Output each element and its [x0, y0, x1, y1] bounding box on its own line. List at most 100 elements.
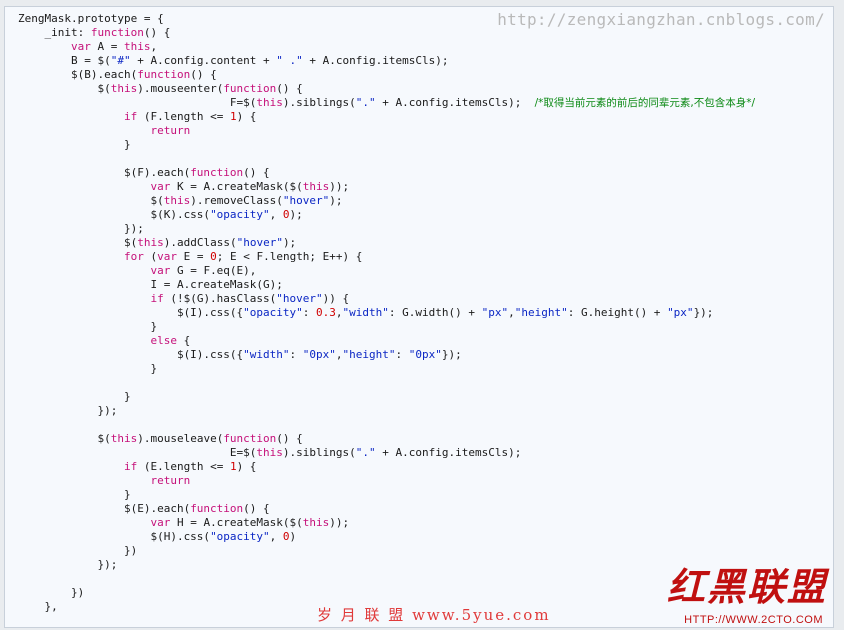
code-line: else {: [18, 334, 755, 348]
code-text: });: [18, 404, 118, 417]
code-text: :: [302, 306, 317, 319]
code-text: :: [395, 348, 409, 361]
code-number: 1: [229, 110, 237, 123]
code-line: var A = this,: [18, 40, 755, 54]
code-text: ) {: [236, 110, 257, 123]
code-line: for (var E = 0; E < F.length; E++) {: [18, 250, 755, 264]
site-logo: 红黑联盟: [666, 564, 827, 609]
code-text: }: [18, 138, 131, 151]
code-keyword: if: [150, 292, 164, 305]
code-text: }: [18, 390, 131, 403]
code-text: F=$(: [18, 96, 257, 109]
site-logo-url: HTTP://WWW.2CTO.COM: [684, 614, 823, 626]
code-text: });: [18, 558, 118, 571]
code-text: $(: [18, 82, 111, 95]
code-text: : G.width() +: [388, 306, 482, 319]
code-text: A =: [90, 40, 124, 53]
code-line: $(I).css({"width": "0px","height": "0px"…: [18, 348, 755, 362]
code-string: "#": [110, 54, 131, 67]
code-text: () {: [276, 432, 303, 445]
code-line: $(this).mouseenter(function() {: [18, 82, 755, 96]
code-keyword: function: [223, 82, 277, 95]
code-keyword: var: [70, 40, 91, 53]
code-text: : G.height() +: [567, 306, 668, 319]
code-keyword: var: [150, 180, 171, 193]
code-text: {: [176, 334, 191, 347]
code-text: ));: [329, 180, 350, 193]
code-string: "height": [514, 306, 568, 319]
code-line: return: [18, 474, 755, 488]
code-number: 0.3: [316, 306, 336, 319]
code-text: (: [143, 250, 158, 263]
code-text: $(: [18, 194, 164, 207]
code-block: ZengMask.prototype = { _init: function()…: [18, 12, 755, 614]
code-line: F=$(this).siblings("." + A.config.itemsC…: [18, 96, 755, 110]
code-string: "hover": [282, 194, 330, 207]
code-text: $(: [18, 432, 111, 445]
code-text: });: [693, 306, 714, 319]
code-keyword: function: [223, 432, 277, 445]
code-keyword: this: [137, 236, 164, 249]
code-text: ).mouseenter(: [137, 82, 224, 95]
code-line: $(E).each(function() {: [18, 502, 755, 516]
code-text: $(F).each(: [18, 166, 191, 179]
code-line: }: [18, 362, 755, 376]
code-keyword: for: [123, 250, 144, 263]
code-text: },: [18, 600, 58, 613]
code-string: ".": [355, 96, 376, 109]
code-text: B = $(: [18, 54, 111, 67]
code-text: }: [18, 488, 131, 501]
code-text: );: [282, 236, 297, 249]
code-string: "opacity": [243, 306, 303, 319]
code-line: var K = A.createMask($(this));: [18, 180, 755, 194]
code-keyword: var: [157, 250, 177, 263]
code-line: }: [18, 138, 755, 152]
code-number: 0: [282, 208, 290, 221]
code-string: "0px": [302, 348, 336, 361]
code-text: $(K).css(: [18, 208, 211, 221]
code-keyword: else: [150, 334, 177, 347]
code-text: )) {: [322, 292, 350, 305]
code-text: E=$(: [18, 446, 257, 459]
code-text: }): [18, 544, 138, 557]
code-keyword: this: [302, 516, 330, 529]
code-keyword: function: [190, 502, 244, 515]
code-line: }): [18, 544, 755, 558]
code-line: $(I).css({"opacity": 0.3,"width": G.widt…: [18, 306, 755, 320]
code-text: ).mouseleave(: [137, 432, 224, 445]
code-number: 0: [210, 250, 217, 263]
code-keyword: function: [190, 166, 244, 179]
code-text: $(I).css({: [18, 348, 244, 361]
code-string: "width": [342, 306, 389, 319]
code-line: E=$(this).siblings("." + A.config.itemsC…: [18, 446, 755, 460]
code-text: ZengMask.prototype = {: [18, 12, 164, 25]
code-keyword: return: [150, 474, 191, 487]
code-keyword: function: [90, 26, 144, 39]
watermark-bottom-text: 岁 月 联 盟 www.5yue.com: [317, 606, 551, 624]
code-viewer: ZengMask.prototype = { _init: function()…: [4, 6, 834, 628]
code-line: });: [18, 222, 755, 236]
code-keyword: function: [137, 68, 191, 81]
code-line: }: [18, 488, 755, 502]
code-text: }: [18, 362, 158, 375]
code-text: $(E).each(: [18, 502, 191, 515]
code-text: () {: [190, 68, 217, 81]
code-text: });: [18, 222, 144, 235]
code-text: E =: [176, 250, 211, 263]
code-keyword: this: [123, 40, 151, 53]
code-line: if (E.length <= 1) {: [18, 460, 755, 474]
code-string: "0px": [408, 348, 442, 361]
code-text: () {: [276, 82, 303, 95]
code-text: G = F.eq(E),: [170, 264, 257, 277]
code-text: ));: [329, 516, 350, 529]
code-text: );: [329, 194, 343, 207]
